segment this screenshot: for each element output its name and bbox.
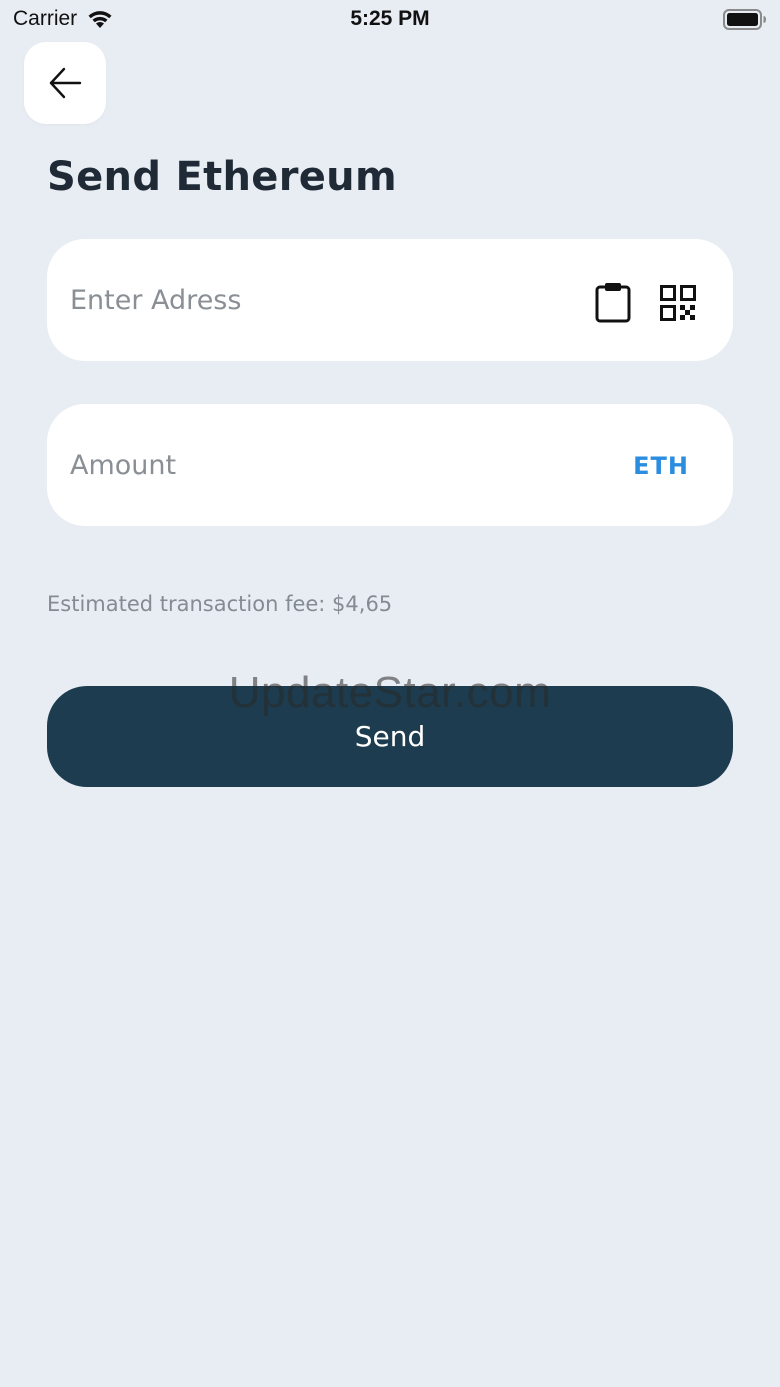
- estimated-fee-text: Estimated transaction fee: $4,65: [47, 592, 393, 616]
- amount-field-container: ETH: [47, 404, 733, 526]
- battery-icon: [723, 9, 766, 30]
- back-button[interactable]: [24, 42, 106, 124]
- amount-input[interactable]: [47, 435, 733, 495]
- qr-code-icon[interactable]: [660, 285, 696, 321]
- arrow-left-icon: [49, 67, 82, 99]
- page-title: Send Ethereum: [47, 154, 397, 200]
- clipboard-paste-icon[interactable]: [594, 281, 632, 323]
- address-field-container: [47, 239, 733, 361]
- currency-label: ETH: [633, 452, 689, 480]
- send-button[interactable]: Send: [47, 686, 733, 787]
- status-bar: Carrier 5:25 PM: [0, 0, 780, 40]
- status-time: 5:25 PM: [350, 7, 430, 30]
